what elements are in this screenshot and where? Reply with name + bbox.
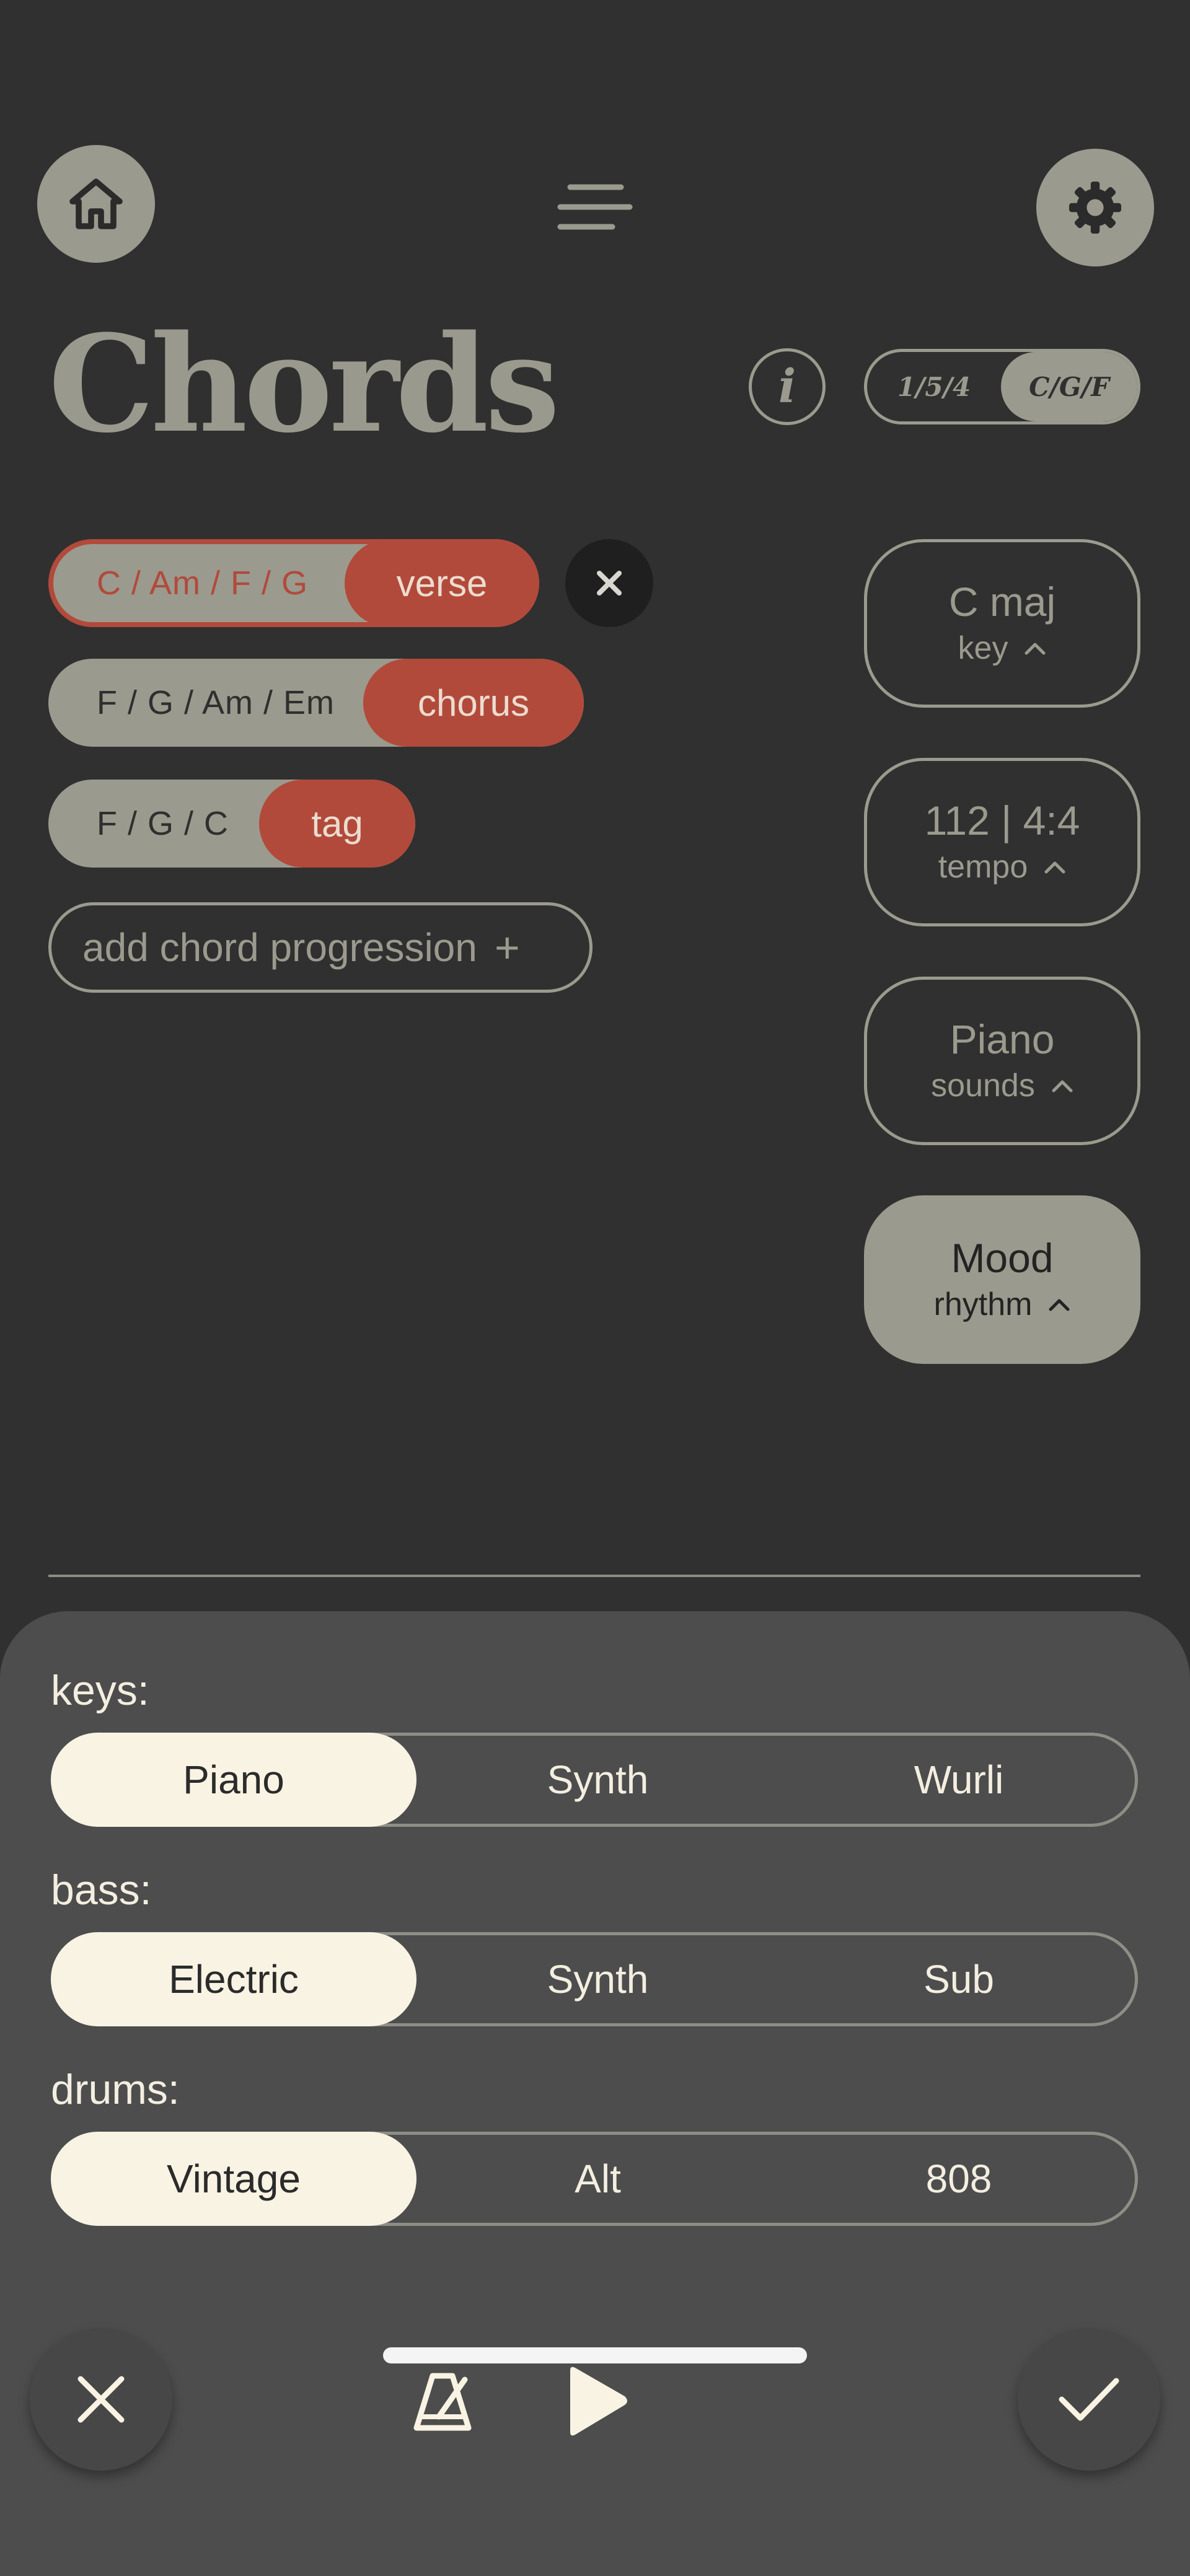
progression-chords: F / G / Am / Em (97, 684, 335, 721)
chevron-up-icon (1049, 1299, 1070, 1311)
settings-button[interactable] (1036, 149, 1154, 266)
bass-option-sub[interactable]: Sub (779, 1932, 1139, 2026)
key-card[interactable]: C maj key (864, 539, 1140, 708)
progression-section-badge: chorus (363, 659, 584, 747)
tempo-label: tempo (938, 849, 1028, 885)
sounds-card[interactable]: Piano sounds (864, 977, 1140, 1145)
close-icon (597, 571, 622, 596)
keys-label: keys: (51, 1667, 149, 1714)
confirm-button[interactable] (1018, 2328, 1160, 2471)
keys-option-piano[interactable]: Piano (51, 1733, 416, 1827)
bass-option-synth[interactable]: Synth (416, 1932, 779, 2026)
cancel-button[interactable] (30, 2328, 172, 2471)
progression-item[interactable]: F / G / Am / Em chorus (48, 659, 584, 747)
app-screen: Chords i 1/5/4 C/G/F C / Am / F / G vers… (0, 0, 1190, 2576)
info-icon: i (778, 360, 796, 413)
info-button[interactable]: i (749, 348, 826, 425)
bass-selector[interactable]: Electric Synth Sub (51, 1932, 1138, 2026)
notation-option-numbers[interactable]: 1/5/4 (867, 352, 1001, 421)
drums-option-alt[interactable]: Alt (416, 2132, 779, 2226)
rhythm-value: Mood (951, 1235, 1054, 1281)
progression-section-badge: tag (259, 780, 415, 868)
drums-selector[interactable]: Vintage Alt 808 (51, 2132, 1138, 2226)
keys-option-wurli[interactable]: Wurli (779, 1733, 1139, 1827)
key-value: C maj (948, 579, 1056, 625)
plus-icon: + (494, 923, 520, 972)
chevron-up-icon (1025, 643, 1046, 655)
keys-option-synth[interactable]: Synth (416, 1733, 779, 1827)
keys-selector[interactable]: Piano Synth Wurli (51, 1733, 1138, 1827)
metronome-icon (413, 2373, 472, 2431)
rhythm-card[interactable]: Mood rhythm (864, 1195, 1140, 1364)
home-indicator (383, 2347, 807, 2363)
progression-item[interactable]: C / Am / F / G verse (48, 539, 539, 627)
progression-section-badge: verse (345, 539, 539, 627)
home-button[interactable] (37, 145, 155, 263)
menu-icon (557, 184, 633, 230)
menu-button[interactable] (557, 181, 633, 233)
drums-option-808[interactable]: 808 (779, 2132, 1139, 2226)
progression-item[interactable]: F / G / C tag (48, 780, 415, 868)
tempo-value: 112 | 4:4 (924, 798, 1080, 843)
chevron-up-icon (1044, 861, 1065, 874)
page-title: Chords (48, 306, 560, 462)
progression-chords: C / Am / F / G (97, 565, 309, 602)
notation-toggle[interactable]: 1/5/4 C/G/F (864, 349, 1140, 424)
home-icon (69, 178, 123, 229)
progression-chords: F / G / C (97, 805, 229, 842)
add-progression-label: add chord progression (82, 925, 477, 970)
chevron-up-icon (1052, 1080, 1073, 1092)
remove-progression-button[interactable] (565, 539, 653, 627)
gear-icon (1069, 182, 1121, 234)
play-button[interactable] (563, 2364, 631, 2438)
drums-label: drums: (51, 2066, 180, 2113)
play-icon (570, 2367, 627, 2436)
add-progression-button[interactable]: add chord progression + (48, 902, 593, 993)
sounds-label: sounds (931, 1068, 1035, 1104)
rhythm-label: rhythm (933, 1286, 1033, 1322)
key-label: key (958, 630, 1008, 666)
bass-label: bass: (51, 1866, 152, 1914)
notation-option-letters[interactable]: C/G/F (1001, 352, 1137, 421)
drums-option-vintage[interactable]: Vintage (51, 2132, 416, 2226)
tempo-card[interactable]: 112 | 4:4 tempo (864, 758, 1140, 926)
metronome-button[interactable] (408, 2367, 477, 2437)
check-icon (1059, 2378, 1119, 2421)
divider (48, 1575, 1140, 1577)
bass-option-electric[interactable]: Electric (51, 1932, 416, 2026)
sounds-value: Piano (950, 1016, 1055, 1062)
close-icon (77, 2376, 125, 2423)
